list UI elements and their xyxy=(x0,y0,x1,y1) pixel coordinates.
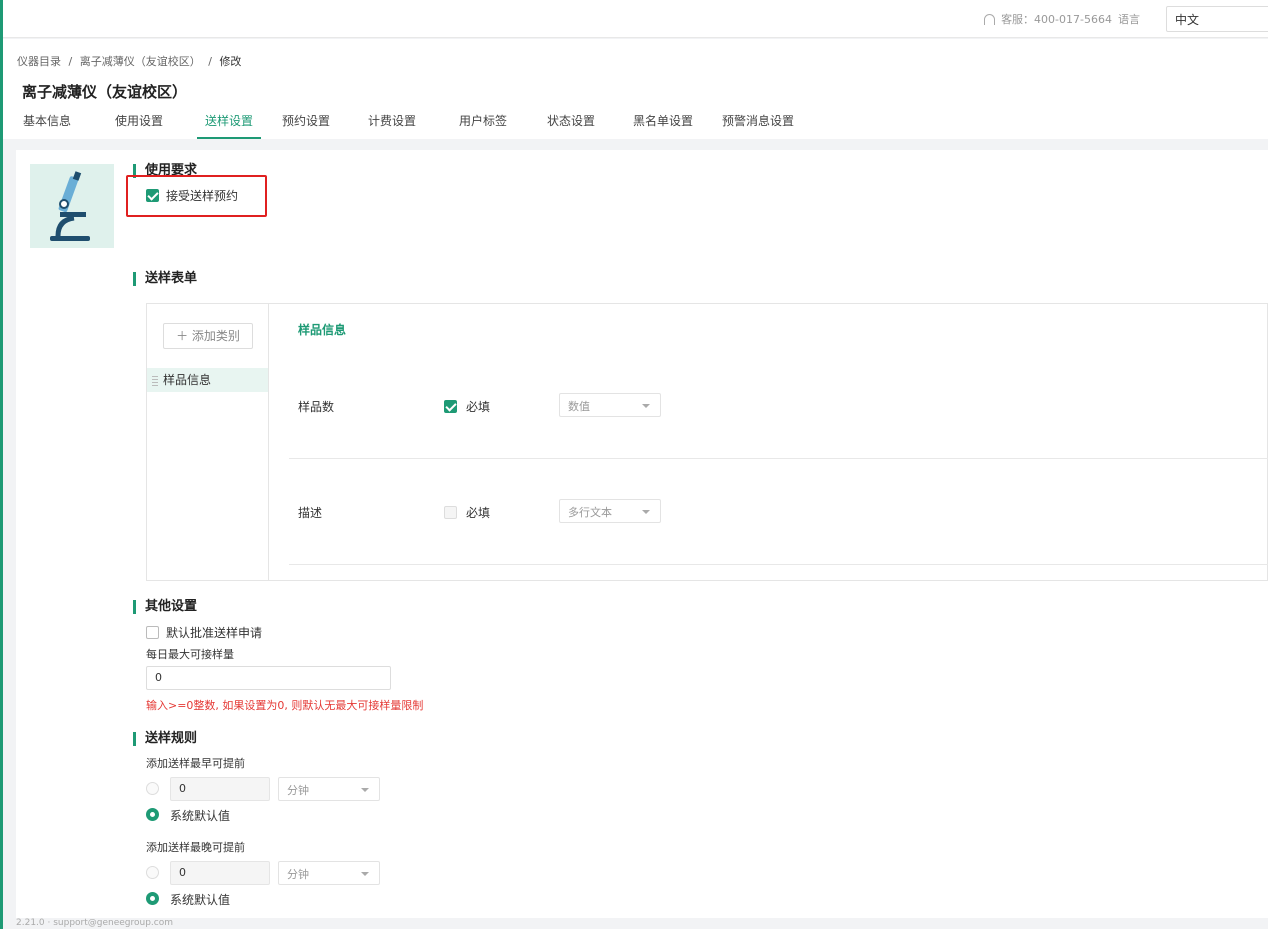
breadcrumb: 仪器目录 / 离子减薄仪（友谊校区） / 修改 xyxy=(17,53,245,69)
latest-custom-radio[interactable] xyxy=(146,866,159,879)
breadcrumb-catalog[interactable]: 仪器目录 xyxy=(17,55,61,68)
tab-status-settings[interactable]: 状态设置 xyxy=(538,111,624,139)
earliest-default-label: 系统默认值 xyxy=(170,809,231,823)
headset-icon xyxy=(984,13,996,25)
latest-value-input[interactable]: 0 xyxy=(170,861,270,885)
main-content: 使用要求 接受送样预约 送样表单 ＋ 添加类别 样品信息 样品信息 样品数 必填… xyxy=(16,150,1268,918)
add-category-button[interactable]: ＋ 添加类别 xyxy=(163,323,253,349)
page-title: 离子减薄仪（友谊校区） xyxy=(22,83,188,101)
language-label: 语言 xyxy=(1118,13,1140,26)
divider xyxy=(289,564,1268,565)
earliest-value-input[interactable]: 0 xyxy=(170,777,270,801)
plus-icon: ＋ xyxy=(176,329,192,343)
highlight-annotation xyxy=(126,175,267,217)
tab-basic-info[interactable]: 基本信息 xyxy=(17,111,107,139)
breadcrumb-separator: / xyxy=(68,55,73,68)
field-type-value: 数值 xyxy=(568,400,590,413)
tab-usage-settings[interactable]: 使用设置 xyxy=(107,111,197,139)
max-samples-label: 每日最大可接样量 xyxy=(146,648,234,661)
tab-blacklist-settings[interactable]: 黑名单设置 xyxy=(624,111,722,139)
max-samples-input[interactable]: 0 xyxy=(146,666,391,690)
max-samples-hint: 输入>=0整数, 如果设置为0, 则默认无最大可接样量限制 xyxy=(146,699,424,712)
add-category-label: 添加类别 xyxy=(191,329,240,343)
category-column: ＋ 添加类别 样品信息 xyxy=(147,304,269,580)
drag-handle-icon[interactable] xyxy=(152,375,158,386)
tab-billing-settings[interactable]: 计费设置 xyxy=(362,111,450,139)
required-toggle[interactable]: 必填 xyxy=(444,504,490,521)
caret-down-icon xyxy=(642,510,650,514)
required-toggle[interactable]: 必填 xyxy=(444,398,490,415)
breadcrumb-current: 修改 xyxy=(219,55,242,68)
field-name: 描述 xyxy=(298,506,323,520)
footer: 2.21.0 · support@geneegroup.com xyxy=(16,918,174,928)
field-type-select[interactable]: 多行文本 xyxy=(559,499,661,523)
breadcrumb-instrument[interactable]: 离子减薄仪（友谊校区） xyxy=(80,55,201,68)
language-select[interactable]: 中文 xyxy=(1166,6,1268,32)
panel-title: 样品信息 xyxy=(298,323,347,337)
sample-rules-title: 送样规则 xyxy=(133,732,197,746)
field-type-value: 多行文本 xyxy=(568,506,612,519)
top-bar: 客服：400-017-5664 语言 中文 xyxy=(3,0,1268,38)
latest-default-radio[interactable] xyxy=(146,892,159,905)
required-label: 必填 xyxy=(466,400,491,414)
earliest-unit-select[interactable]: 分钟 xyxy=(278,777,380,801)
earliest-custom-radio[interactable] xyxy=(146,782,159,795)
required-checkbox[interactable] xyxy=(444,400,457,413)
divider xyxy=(289,458,1268,459)
sample-form-panel: ＋ 添加类别 样品信息 xyxy=(146,303,1268,581)
service-phone: 客服：400-017-5664 xyxy=(1001,13,1112,26)
microscope-icon xyxy=(50,171,90,241)
field-type-select[interactable]: 数值 xyxy=(559,393,661,417)
other-settings-title: 其他设置 xyxy=(133,600,197,614)
caret-down-icon xyxy=(642,404,650,408)
caret-down-icon xyxy=(361,788,369,792)
latest-label: 添加送样最晚可提前 xyxy=(146,841,245,854)
tab-alert-settings[interactable]: 预警消息设置 xyxy=(722,111,822,139)
auto-approve-checkbox[interactable] xyxy=(146,626,159,639)
field-name: 样品数 xyxy=(298,400,335,414)
sample-form-title: 送样表单 xyxy=(133,272,197,286)
required-checkbox[interactable] xyxy=(444,506,457,519)
earliest-unit-value: 分钟 xyxy=(287,784,309,797)
category-item[interactable]: 样品信息 xyxy=(147,368,268,392)
latest-unit-value: 分钟 xyxy=(287,868,309,881)
earliest-default-radio[interactable] xyxy=(146,808,159,821)
latest-unit-select[interactable]: 分钟 xyxy=(278,861,380,885)
earliest-label: 添加送样最早可提前 xyxy=(146,757,245,770)
tab-user-tags[interactable]: 用户标签 xyxy=(450,111,538,139)
instrument-image xyxy=(30,164,114,248)
tab-bar: 基本信息 使用设置 送样设置 预约设置 计费设置 用户标签 状态设置 黑名单设置… xyxy=(17,111,822,139)
page-header: 仪器目录 / 离子减薄仪（友谊校区） / 修改 离子减薄仪（友谊校区） 基本信息… xyxy=(3,39,1268,139)
customer-service: 客服：400-017-5664 语言 xyxy=(984,11,1140,27)
left-accent-bar xyxy=(0,0,3,929)
auto-approve-option[interactable]: 默认批准送样申请 xyxy=(146,624,262,641)
tab-sample-settings[interactable]: 送样设置 xyxy=(197,111,261,139)
required-label: 必填 xyxy=(466,506,491,520)
latest-default-label: 系统默认值 xyxy=(170,893,231,907)
breadcrumb-separator: / xyxy=(208,55,212,68)
caret-down-icon xyxy=(361,872,369,876)
auto-approve-label: 默认批准送样申请 xyxy=(166,626,263,640)
tab-reservation-settings[interactable]: 预约设置 xyxy=(276,111,362,139)
category-item-label: 样品信息 xyxy=(163,373,212,387)
